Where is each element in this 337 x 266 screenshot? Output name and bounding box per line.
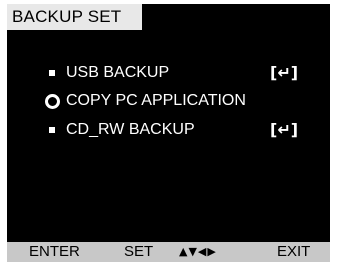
menu-item-label: COPY PC APPLICATION: [66, 92, 246, 109]
menu-item-label: CD_RW BACKUP: [66, 121, 195, 138]
enter-key-icon[interactable]: [↵]: [270, 62, 298, 84]
key-hint-bar: ENTER SET ▲▼◀▶ EXIT: [7, 242, 330, 262]
set-key-hint[interactable]: SET: [124, 242, 153, 262]
enter-key-hint[interactable]: ENTER: [29, 242, 80, 262]
square-bullet-icon: [49, 127, 55, 133]
enter-key-icon[interactable]: [↵]: [270, 119, 298, 141]
selected-ring-icon: [45, 94, 60, 109]
backup-set-screen: BACKUP SET USB BACKUP [↵] COPY PC APPLIC…: [0, 0, 337, 266]
square-bullet-icon: [49, 70, 55, 76]
page-title: BACKUP SET: [7, 4, 142, 30]
exit-key-hint[interactable]: EXIT: [277, 242, 310, 262]
frame-border-bottom: [0, 262, 337, 266]
frame-border-left: [0, 0, 7, 266]
menu-item-label: USB BACKUP: [66, 64, 170, 81]
arrow-keys-icon[interactable]: ▲▼◀▶: [179, 242, 217, 262]
frame-border-right: [330, 0, 337, 266]
